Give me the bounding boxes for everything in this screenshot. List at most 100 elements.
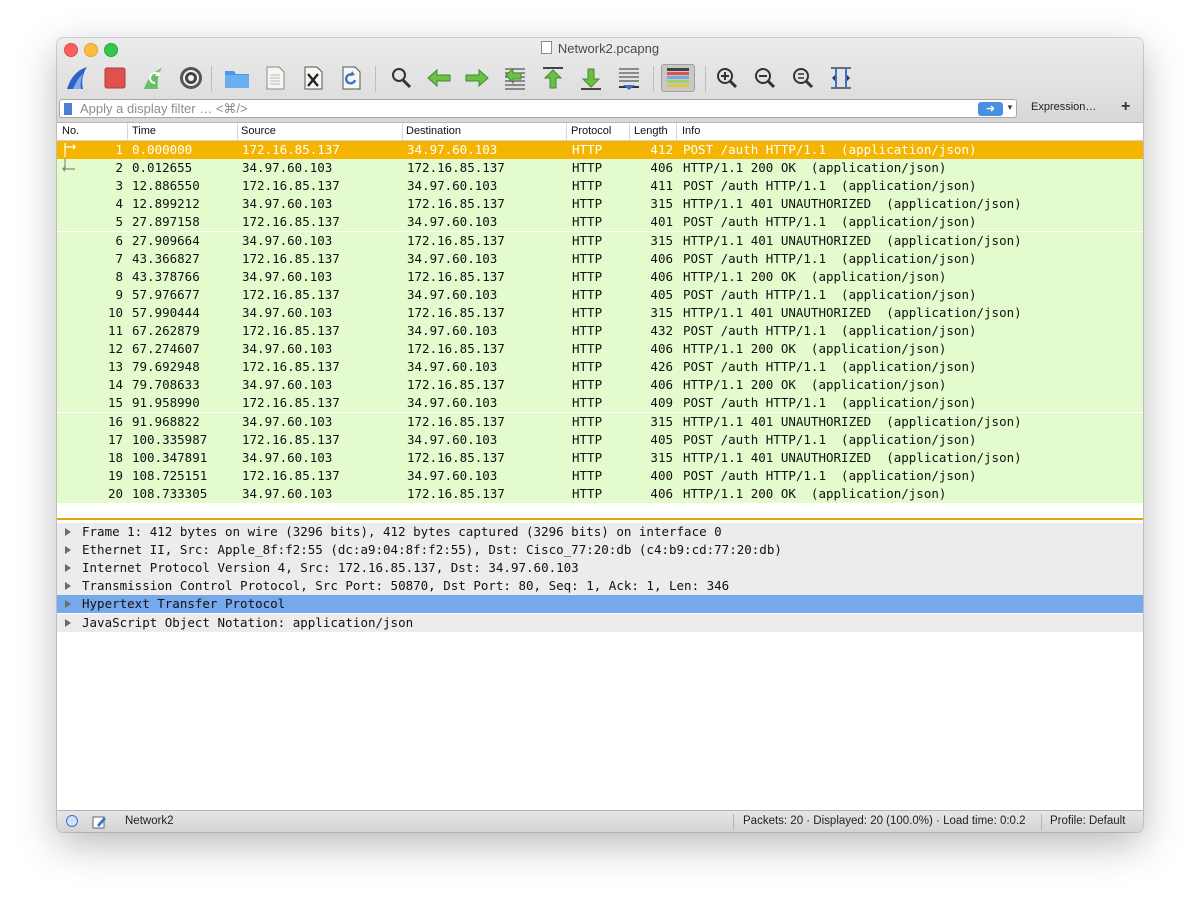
packet-row[interactable]: 17 100.335987 172.16.85.137 34.97.60.103 HTT… [57,430,1143,449]
status-separator [1041,814,1042,830]
display-filter-input[interactable]: Apply a display filter … <⌘/> ➜ ▼ [59,99,1017,118]
packet-row[interactable]: 11 67.262879 172.16.85.137 34.97.60.103 HTTP… [57,322,1143,340]
cell-destination: 34.97.60.103 [407,178,498,194]
packet-row[interactable]: 18 100.347891 34.97.60.103 172.16.85.137 HTT… [57,448,1143,467]
zoom-in-icon[interactable] [713,64,741,92]
packet-row[interactable]: 10 57.990444 34.97.60.103 172.16.85.137 HTTP… [57,303,1143,322]
expand-triangle-icon[interactable] [65,618,71,627]
packet-row[interactable]: 1 0.000000 172.16.85.137 34.97.60.103 HTTP 41… [57,141,1143,159]
detail-tree-label: Hypertext Transfer Protocol [82,596,286,612]
cell-destination: 172.16.85.137 [407,268,505,284]
column-divider[interactable] [566,123,567,140]
packet-row[interactable]: 7 43.366827 172.16.85.137 34.97.60.103 HTTP 4… [57,249,1143,268]
cell-info: POST /auth HTTP/1.1 (application/json) [683,286,977,302]
gear-icon[interactable] [177,64,205,92]
detail-tree-item[interactable]: Internet Protocol Version 4, Src: 172.16… [57,559,1143,578]
forward-arrow-icon[interactable] [463,64,491,92]
apply-filter-arrow-icon[interactable]: ➜ [978,102,1003,116]
packet-row[interactable]: 20 108.733305 34.97.60.103 172.16.85.137 HTT… [57,484,1143,503]
packet-row[interactable]: 8 43.378766 34.97.60.103 172.16.85.137 HTTP 4… [57,267,1143,286]
reload-icon[interactable] [337,64,365,92]
column-divider[interactable] [237,123,238,140]
packet-row[interactable]: 2 0.012655 34.97.60.103 172.16.85.137 HTTP 40… [57,159,1143,178]
packet-row[interactable]: 5 27.897158 172.16.85.137 34.97.60.103 HTTP 4… [57,213,1143,232]
cell-time: 91.958990 [132,395,200,411]
expand-triangle-icon[interactable] [65,564,71,573]
folder-icon[interactable] [223,64,251,92]
packet-row[interactable]: 16 91.968822 34.97.60.103 172.16.85.137 HTTP… [57,412,1143,431]
file-icon[interactable] [261,64,289,92]
cell-source: 172.16.85.137 [242,286,340,302]
detail-tree-label: Transmission Control Protocol, Src Port:… [82,578,730,594]
go-to-packet-icon[interactable] [501,64,529,92]
column-divider[interactable] [676,123,677,140]
expand-triangle-icon[interactable] [65,582,71,591]
expression-button[interactable]: Expression… [1031,101,1096,113]
column-destination[interactable]: Destination [406,125,461,137]
cell-info: HTTP/1.1 200 OK (application/json) [683,268,947,284]
detail-tree-item[interactable]: Ethernet II, Src: Apple_8f:f2:55 (dc:a9:… [57,541,1143,560]
stop-icon[interactable] [101,64,129,92]
cell-protocol: HTTP [572,359,603,375]
cell-protocol: HTTP [572,304,603,320]
expand-triangle-icon[interactable] [65,600,71,609]
last-packet-icon[interactable] [577,64,605,92]
packet-row[interactable]: 12 67.274607 34.97.60.103 172.16.85.137 HTTP… [57,340,1143,359]
packet-row[interactable]: 19 108.725151 172.16.85.137 34.97.60.103 HTT… [57,466,1143,485]
colorize-icon[interactable] [661,64,695,92]
search-icon[interactable] [387,64,415,92]
cell-time: 100.347891 [132,449,208,465]
back-arrow-icon[interactable] [425,64,453,92]
capture-comment-icon[interactable] [91,814,107,832]
packet-row[interactable]: 13 79.692948 172.16.85.137 34.97.60.103 HTTP… [57,358,1143,377]
column-source[interactable]: Source [241,125,276,137]
packet-row[interactable]: 14 79.708633 34.97.60.103 172.16.85.137 HTTP… [57,376,1143,395]
packet-row[interactable]: 9 57.976677 172.16.85.137 34.97.60.103 HTTP 4… [57,285,1143,304]
column-divider[interactable] [629,123,630,140]
column-divider[interactable] [402,123,403,140]
profile-file-label: Network2 [125,815,174,827]
cell-info: POST /auth HTTP/1.1 (application/json) [683,250,977,266]
detail-tree-item[interactable]: JavaScript Object Notation: application/… [57,613,1143,632]
column-info[interactable]: Info [682,125,700,137]
cell-length: 315 [650,232,673,248]
expand-triangle-icon[interactable] [65,528,71,536]
close-file-icon[interactable] [299,64,327,92]
toolbar-separator [705,66,706,92]
column-time[interactable]: Time [132,125,156,137]
first-packet-icon[interactable] [539,64,567,92]
cell-length: 315 [650,196,673,212]
profile-status[interactable]: Profile: Default [1050,815,1125,827]
zoom-normal-icon[interactable] [789,64,817,92]
packet-row[interactable]: 3 12.886550 172.16.85.137 34.97.60.103 HTTP 4… [57,177,1143,196]
cell-no: 5 [115,214,123,230]
packet-row[interactable]: 15 91.958990 172.16.85.137 34.97.60.103 HTTP… [57,394,1143,413]
zoom-out-icon[interactable] [751,64,779,92]
column-no[interactable]: No. [62,125,79,137]
column-protocol[interactable]: Protocol [571,125,611,137]
cell-length: 406 [650,341,673,357]
column-length[interactable]: Length [634,125,668,137]
expand-triangle-icon[interactable] [65,546,71,555]
cell-time: 100.335987 [132,431,208,447]
cell-source: 34.97.60.103 [242,377,333,393]
cell-destination: 172.16.85.137 [407,196,505,212]
detail-tree-item[interactable]: Frame 1: 412 bytes on wire (3296 bits), … [57,523,1143,541]
filter-dropdown-chevron-icon[interactable]: ▼ [1006,103,1014,112]
column-divider[interactable] [127,123,128,140]
bookmark-icon[interactable] [64,103,72,115]
packet-row[interactable]: 4 12.899212 34.97.60.103 172.16.85.137 HTTP 3… [57,195,1143,214]
restart-icon[interactable] [139,64,167,92]
shark-fin-icon[interactable] [63,64,91,92]
packet-row[interactable]: 6 27.909664 34.97.60.103 172.16.85.137 HTTP 3… [57,231,1143,250]
resize-columns-icon[interactable] [827,64,855,92]
expert-info-icon[interactable] [66,815,78,827]
cell-source: 172.16.85.137 [242,178,340,194]
cell-length: 405 [650,431,673,447]
detail-tree-item[interactable]: Hypertext Transfer Protocol [57,595,1143,614]
cell-protocol: HTTP [572,341,603,357]
autoscroll-icon[interactable] [615,64,643,92]
wireshark-window: Network2.pcapng Apply a display filter …… [57,38,1143,832]
detail-tree-item[interactable]: Transmission Control Protocol, Src Port:… [57,577,1143,596]
add-filter-button[interactable]: + [1121,98,1130,116]
